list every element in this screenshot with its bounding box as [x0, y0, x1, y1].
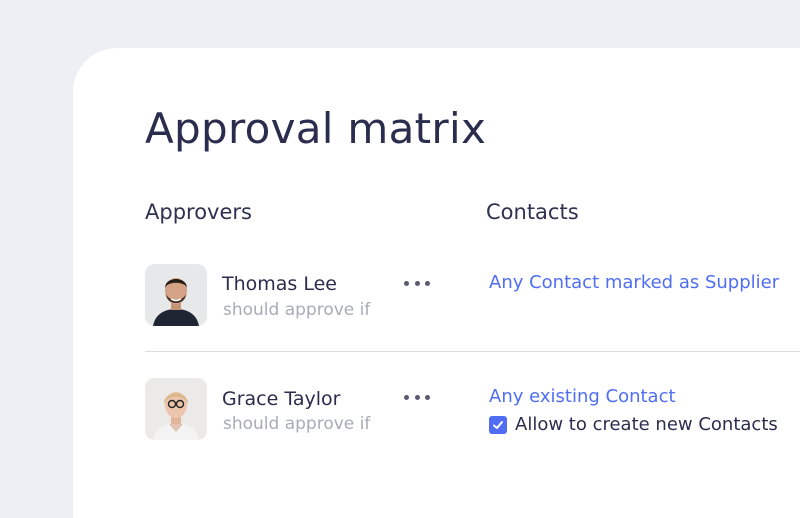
approver-name: Grace Taylor — [222, 388, 341, 410]
more-options-icon[interactable] — [404, 392, 430, 402]
avatar-thomas-lee — [145, 264, 207, 326]
page-title: Approval matrix — [145, 104, 487, 153]
allow-create-label: Allow to create new Contacts — [515, 414, 778, 435]
contacts-column-header: Contacts — [486, 200, 579, 224]
contact-rule-link[interactable]: Any existing Contact — [489, 386, 676, 407]
checkmark-icon — [493, 420, 503, 429]
approver-name: Thomas Lee — [222, 273, 337, 295]
more-options-icon[interactable] — [404, 278, 430, 288]
avatar-grace-taylor — [145, 378, 207, 440]
approver-condition: should approve if — [223, 414, 371, 434]
allow-create-contacts-option[interactable]: Allow to create new Contacts — [489, 414, 778, 435]
contact-rule-link[interactable]: Any Contact marked as Supplier — [489, 272, 779, 293]
person-avatar-icon — [145, 378, 207, 440]
approver-condition: should approve if — [223, 300, 371, 320]
person-avatar-icon — [145, 264, 207, 326]
approvers-column-header: Approvers — [145, 200, 252, 224]
allow-create-checkbox[interactable] — [489, 415, 507, 434]
row-divider — [145, 351, 800, 352]
